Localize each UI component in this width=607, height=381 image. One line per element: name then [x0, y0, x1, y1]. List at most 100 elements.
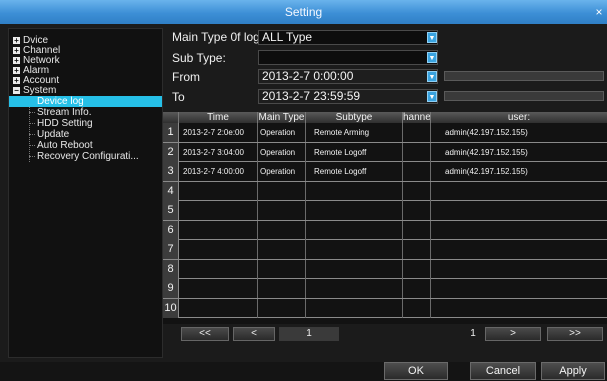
- sidebar-subitem-auto-reboot[interactable]: Auto Reboot: [9, 140, 162, 151]
- cell-main-type: [258, 298, 306, 318]
- cell-main-type: Operation: [258, 142, 306, 162]
- column-header-index: [163, 112, 179, 123]
- column-header-subtype[interactable]: Subtype: [306, 112, 403, 123]
- cell-channel: [403, 201, 431, 220]
- cell-time: [179, 240, 258, 259]
- last-page-button[interactable]: >>: [547, 327, 603, 341]
- table-row[interactable]: 10: [163, 298, 607, 318]
- main-type-dropdown-icon[interactable]: ▼: [427, 32, 437, 43]
- apply-button[interactable]: Apply: [541, 362, 605, 380]
- cell-time: 2013-2-7 4:00:00: [179, 162, 258, 181]
- column-header-time[interactable]: Time: [179, 112, 258, 123]
- row-number: 1: [163, 123, 179, 142]
- pagination: << < 1 1 > >>: [163, 327, 607, 343]
- cell-main-type: Operation: [258, 123, 306, 142]
- minus-box-icon[interactable]: −: [13, 87, 20, 95]
- table-row[interactable]: 9: [163, 279, 607, 299]
- cell-user: admin(42.197.152.155): [445, 167, 528, 176]
- current-page-indicator: 1: [279, 327, 339, 341]
- cell-time: [179, 220, 258, 240]
- sidebar-subitem-hdd-setting[interactable]: HDD Setting: [9, 118, 162, 129]
- cell-main-type: [258, 220, 306, 240]
- next-page-button[interactable]: >: [485, 327, 541, 341]
- table-row[interactable]: 6: [163, 220, 607, 240]
- plus-box-icon[interactable]: +: [13, 47, 20, 55]
- sidebar-subitem-update[interactable]: Update: [9, 129, 162, 140]
- plus-box-icon[interactable]: +: [13, 67, 20, 75]
- cell-channel: [403, 240, 431, 259]
- cell-subtype: [306, 259, 403, 279]
- plus-box-icon[interactable]: +: [13, 77, 20, 85]
- row-number: 9: [163, 279, 179, 298]
- cell-channel: [403, 181, 431, 201]
- cell-subtype: Remote Logoff: [306, 162, 403, 181]
- cell-user: admin(42.197.152.155): [445, 147, 528, 157]
- table-row[interactable]: 5: [163, 201, 607, 221]
- from-time-slider[interactable]: [444, 71, 604, 81]
- settings-sidebar: + Dvice + Channel + Network + Alarm + Ac…: [8, 28, 163, 358]
- cell-time: [179, 201, 258, 220]
- window-title: Setting: [284, 5, 323, 19]
- ok-button[interactable]: OK: [384, 362, 448, 380]
- table-row[interactable]: 8: [163, 259, 607, 279]
- from-dropdown-icon[interactable]: ▼: [427, 71, 437, 82]
- row-number: 3: [163, 162, 179, 181]
- cell-time: 2013-2-7 2:0e:00: [179, 123, 258, 142]
- sub-type-dropdown-icon[interactable]: ▼: [427, 52, 437, 63]
- to-dropdown-icon[interactable]: ▼: [427, 91, 437, 102]
- main-type-label: Main Type 0f log:: [172, 30, 264, 44]
- cell-channel: [403, 142, 431, 162]
- table-row[interactable]: 7: [163, 240, 607, 260]
- cell-main-type: Operation: [258, 162, 306, 181]
- column-header-channel[interactable]: hanne: [403, 112, 431, 123]
- cell-subtype: [306, 181, 403, 201]
- sidebar-subitem-recovery-configuration[interactable]: Recovery Configurati...: [9, 151, 162, 162]
- cell-channel: [403, 279, 431, 298]
- main-type-select[interactable]: ALL Type: [258, 30, 438, 45]
- to-label: To: [172, 90, 185, 104]
- column-header-user[interactable]: user:: [431, 112, 607, 123]
- cell-time: [179, 259, 258, 279]
- sidebar-subitem-label: Recovery Configurati...: [37, 151, 139, 162]
- plus-box-icon[interactable]: +: [13, 57, 20, 65]
- table-row[interactable]: 1 2013-2-7 2:0e:00 Operation Remote Armi…: [163, 123, 607, 143]
- row-number: 2: [163, 142, 179, 162]
- title-bar: Setting ×: [0, 0, 607, 24]
- row-number: 4: [163, 181, 179, 201]
- first-page-button[interactable]: <<: [181, 327, 229, 341]
- row-number: 7: [163, 240, 179, 259]
- cell-user: admin(42.197.152.155): [445, 128, 528, 137]
- sidebar-subitem-label: Stream Info.: [37, 107, 92, 118]
- cell-subtype: [306, 220, 403, 240]
- from-datetime-value: 2013-2-7 0:00:00: [262, 69, 354, 83]
- cell-main-type: [258, 181, 306, 201]
- settings-window: Setting × + Dvice + Channel + Network + …: [0, 0, 607, 381]
- to-time-slider[interactable]: [444, 91, 604, 101]
- cancel-button[interactable]: Cancel: [470, 362, 536, 380]
- device-log-table: Time Main Type Subtype hanne user: 1 201…: [163, 112, 607, 324]
- from-label: From: [172, 70, 200, 84]
- cell-subtype: Remote Logoff: [306, 142, 403, 162]
- cell-time: [179, 279, 258, 298]
- prev-page-button[interactable]: <: [233, 327, 275, 341]
- cell-time: 2013-2-7 3:04:00: [179, 142, 258, 162]
- table-row[interactable]: 4: [163, 181, 607, 201]
- sidebar-subitem-stream-info[interactable]: Stream Info.: [9, 107, 162, 118]
- sidebar-subitem-label: HDD Setting: [37, 118, 93, 129]
- sub-type-select[interactable]: [258, 50, 438, 65]
- table-row[interactable]: 2 2013-2-7 3:04:00 Operation Remote Logo…: [163, 142, 607, 162]
- sidebar-item-system[interactable]: − System: [9, 85, 162, 96]
- cell-main-type: [258, 259, 306, 279]
- close-icon[interactable]: ×: [593, 0, 605, 24]
- column-header-main-type[interactable]: Main Type: [258, 112, 306, 123]
- main-type-value: ALL Type: [262, 30, 313, 44]
- sidebar-subitem-device-log[interactable]: Device log: [9, 96, 162, 107]
- cell-time: [179, 181, 258, 201]
- table-row[interactable]: 3 2013-2-7 4:00:00 Operation Remote Logo…: [163, 162, 607, 182]
- from-datetime-field[interactable]: 2013-2-7 0:00:00: [258, 69, 438, 84]
- sidebar-item-label: System: [23, 85, 57, 96]
- total-pages-indicator: 1: [470, 328, 476, 339]
- plus-box-icon[interactable]: +: [13, 37, 20, 45]
- to-datetime-field[interactable]: 2013-2-7 23:59:59: [258, 89, 438, 104]
- cell-time: [179, 298, 258, 318]
